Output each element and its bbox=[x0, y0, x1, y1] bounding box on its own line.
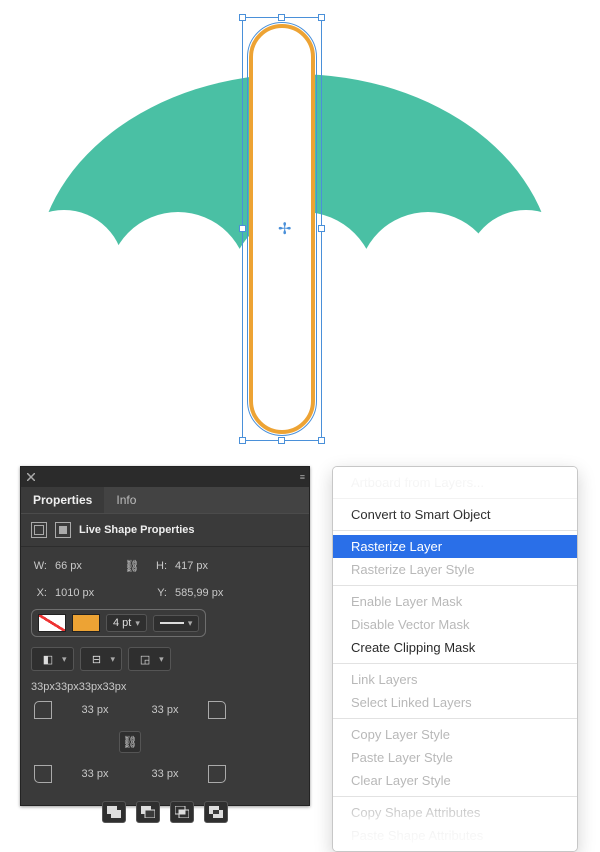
corner-bottom-left-field[interactable]: 33 px bbox=[82, 768, 109, 780]
document-canvas[interactable]: ✢ bbox=[0, 0, 600, 455]
transform-handle-top-middle[interactable] bbox=[278, 14, 285, 21]
transform-handle-bottom-right[interactable] bbox=[318, 437, 325, 444]
live-shape-fill-icon bbox=[55, 522, 71, 538]
fill-swatch[interactable] bbox=[38, 614, 66, 632]
transform-handle-top-right[interactable] bbox=[318, 14, 325, 21]
menu-item-paste-layer-style[interactable]: Paste Layer Style bbox=[333, 746, 577, 769]
x-label: X: bbox=[31, 587, 47, 599]
layer-context-menu: Artboard from Layers... Convert to Smart… bbox=[332, 466, 578, 852]
corner-radius-summary: 33px33px33px33px bbox=[31, 681, 299, 693]
menu-item-paste-shape-attributes[interactable]: Paste Shape Attributes bbox=[333, 824, 577, 847]
width-label: W: bbox=[31, 560, 47, 572]
path-subtract-button[interactable] bbox=[136, 801, 160, 823]
stroke-cap-icon: ⊟ bbox=[87, 650, 107, 668]
menu-separator bbox=[333, 498, 577, 499]
size-row: W: 66 px ⛓ H: 417 px bbox=[31, 555, 299, 577]
menu-item-copy-shape-attributes[interactable]: Copy Shape Attributes bbox=[333, 801, 577, 824]
corner-top-left-icon bbox=[34, 701, 52, 719]
path-exclude-button[interactable] bbox=[204, 801, 228, 823]
chevron-down-icon: ▾ bbox=[159, 654, 164, 665]
path-operations-row bbox=[31, 801, 299, 823]
chevron-down-icon: ▾ bbox=[62, 654, 67, 665]
menu-item-enable-layer-mask[interactable]: Enable Layer Mask bbox=[333, 590, 577, 613]
menu-item-artboard-from-layers[interactable]: Artboard from Layers... bbox=[333, 471, 577, 494]
path-intersect-button[interactable] bbox=[170, 801, 194, 823]
transform-handle-bottom-left[interactable] bbox=[239, 437, 246, 444]
position-row: X: 1010 px Y: 585,99 px bbox=[31, 587, 299, 599]
y-label: Y: bbox=[151, 587, 167, 599]
menu-item-convert-to-smart-object[interactable]: Convert to Smart Object bbox=[333, 503, 577, 526]
stroke-corner-icon: ◲ bbox=[135, 650, 155, 668]
canopy-scallop bbox=[108, 212, 248, 352]
path-unite-button[interactable] bbox=[102, 801, 126, 823]
corner-top-left-field[interactable]: 33 px bbox=[82, 704, 109, 716]
tab-info[interactable]: Info bbox=[104, 487, 148, 513]
corner-top-right-icon bbox=[208, 701, 226, 719]
selected-rounded-rectangle-shape[interactable] bbox=[249, 24, 315, 434]
menu-separator bbox=[333, 718, 577, 719]
panel-title-bar[interactable]: ≡ bbox=[21, 467, 309, 487]
stroke-caps-dropdown[interactable]: ⊟ ▾ bbox=[80, 647, 123, 671]
stroke-corners-dropdown[interactable]: ◲ ▾ bbox=[128, 647, 171, 671]
menu-item-rasterize-layer[interactable]: Rasterize Layer bbox=[333, 535, 577, 558]
menu-item-select-linked-layers[interactable]: Select Linked Layers bbox=[333, 691, 577, 714]
close-panel-icon[interactable] bbox=[27, 473, 35, 481]
corner-radius-grid: 33 px 33 px ⛓ 33 px 33 px bbox=[31, 697, 299, 787]
live-shape-outline-icon bbox=[31, 522, 47, 538]
menu-item-copy-layer-style[interactable]: Copy Layer Style bbox=[333, 723, 577, 746]
stroke-weight-field[interactable]: 4 pt ▾ bbox=[106, 614, 147, 632]
menu-item-rasterize-layer-style[interactable]: Rasterize Layer Style bbox=[333, 558, 577, 581]
section-title: Live Shape Properties bbox=[79, 524, 195, 536]
menu-separator bbox=[333, 530, 577, 531]
menu-item-disable-vector-mask[interactable]: Disable Vector Mask bbox=[333, 613, 577, 636]
properties-panel: ≡ Properties Info Live Shape Properties … bbox=[20, 466, 310, 806]
panel-body: W: 66 px ⛓ H: 417 px X: 1010 px Y: 585,9… bbox=[21, 547, 309, 835]
x-field[interactable]: 1010 px bbox=[55, 587, 113, 599]
section-header: Live Shape Properties bbox=[21, 513, 309, 547]
stroke-style-dropdown[interactable]: ▾ bbox=[153, 615, 200, 632]
stroke-weight-value: 4 pt bbox=[113, 617, 131, 629]
menu-item-clear-layer-style[interactable]: Clear Layer Style bbox=[333, 769, 577, 792]
menu-separator bbox=[333, 585, 577, 586]
link-corner-radii-icon[interactable]: ⛓ bbox=[119, 731, 141, 753]
height-label: H: bbox=[151, 560, 167, 572]
stroke-align-dropdown[interactable]: ◧ ▾ bbox=[31, 647, 74, 671]
chevron-down-icon: ▾ bbox=[111, 654, 116, 665]
canopy-scallop bbox=[466, 210, 586, 330]
chevron-down-icon: ▾ bbox=[135, 618, 140, 629]
corner-top-right-field[interactable]: 33 px bbox=[152, 704, 179, 716]
height-field[interactable]: 417 px bbox=[175, 560, 233, 572]
stroke-style-preview-icon bbox=[160, 622, 184, 624]
transform-handle-top-left[interactable] bbox=[239, 14, 246, 21]
stroke-align-inside-icon: ◧ bbox=[38, 650, 58, 668]
link-dimensions-icon[interactable]: ⛓ bbox=[121, 555, 143, 577]
stroke-row: 4 pt ▾ ▾ bbox=[31, 609, 299, 637]
tab-properties[interactable]: Properties bbox=[21, 487, 104, 513]
stroke-options-row: ◧ ▾ ⊟ ▾ ◲ ▾ bbox=[31, 647, 299, 671]
menu-item-create-clipping-mask[interactable]: Create Clipping Mask bbox=[333, 636, 577, 659]
y-field[interactable]: 585,99 px bbox=[175, 587, 233, 599]
transform-handle-bottom-middle[interactable] bbox=[278, 437, 285, 444]
corner-bottom-right-icon bbox=[208, 765, 226, 783]
corner-bottom-right-field[interactable]: 33 px bbox=[152, 768, 179, 780]
menu-separator bbox=[333, 663, 577, 664]
stroke-swatch[interactable] bbox=[72, 614, 100, 632]
menu-item-link-layers[interactable]: Link Layers bbox=[333, 668, 577, 691]
chevron-down-icon: ▾ bbox=[188, 618, 193, 629]
corner-bottom-left-icon bbox=[34, 765, 52, 783]
width-field[interactable]: 66 px bbox=[55, 560, 113, 572]
canopy-scallop bbox=[4, 210, 124, 330]
menu-separator bbox=[333, 796, 577, 797]
panel-menu-icon[interactable]: ≡ bbox=[300, 472, 303, 482]
panel-tabs: Properties Info bbox=[21, 487, 309, 513]
